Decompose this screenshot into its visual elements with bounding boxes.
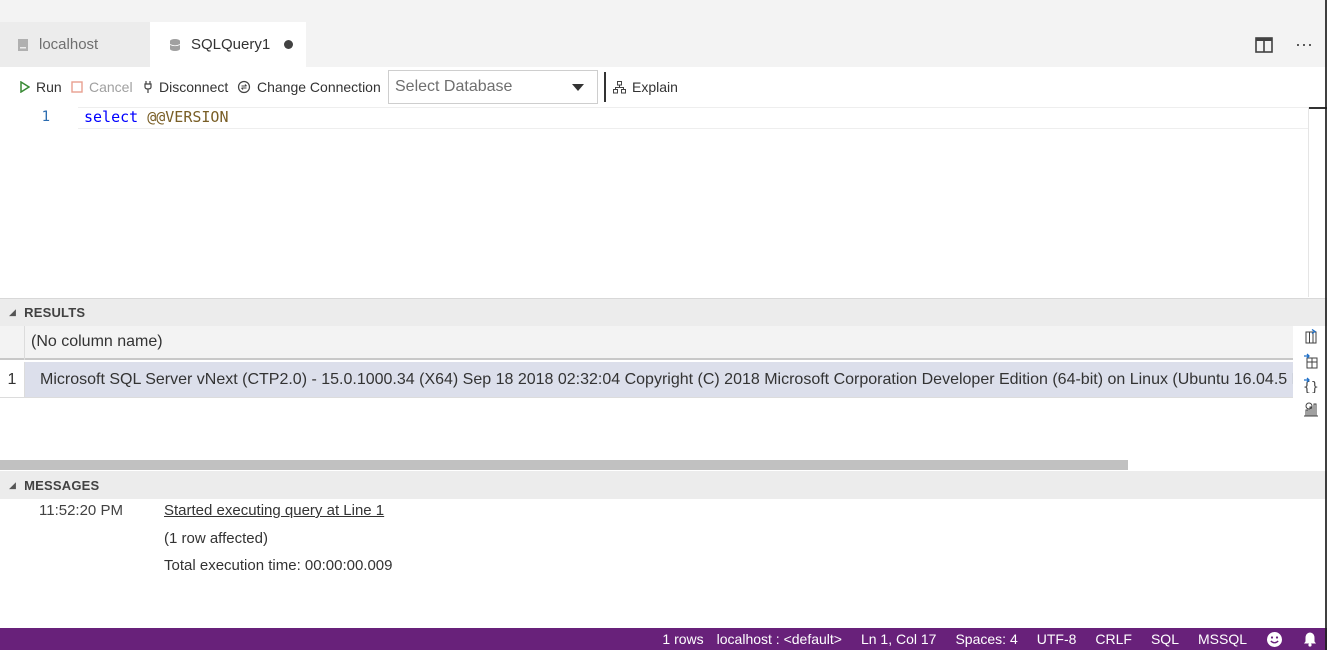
title-strip — [0, 0, 1327, 22]
tab-label: localhost — [39, 36, 99, 53]
tab-actions: ··· — [1253, 22, 1315, 67]
save-as-json-icon[interactable]: {} — [1301, 376, 1321, 394]
status-encoding[interactable]: UTF-8 — [1037, 631, 1077, 647]
change-connection-button[interactable]: Change Connection — [237, 67, 381, 107]
line-number: 1 — [41, 109, 50, 125]
change-connection-icon — [237, 80, 251, 94]
save-as-excel-icon[interactable] — [1301, 352, 1321, 370]
run-label: Run — [36, 79, 62, 95]
row-header-corner[interactable] — [0, 326, 25, 360]
cancel-button[interactable]: Cancel — [71, 67, 133, 107]
play-icon — [20, 81, 30, 93]
column-header[interactable]: (No column name) — [31, 333, 163, 351]
status-row-count[interactable]: 1 rows — [662, 631, 703, 647]
status-indentation[interactable]: Spaces: 4 — [955, 631, 1017, 647]
plug-icon — [143, 80, 153, 94]
sql-editor-app: localhost SQLQuery1 ··· Run Cancel Disco… — [0, 0, 1327, 650]
explain-icon — [613, 80, 626, 94]
chart-icon[interactable] — [1301, 400, 1321, 418]
tab-localhost[interactable]: localhost — [0, 22, 150, 67]
change-connection-label: Change Connection — [257, 79, 381, 95]
grid-header: (No column name) — [0, 326, 1293, 360]
status-language[interactable]: SQL — [1151, 631, 1179, 647]
explain-button[interactable]: Explain — [613, 67, 678, 107]
status-cursor-position[interactable]: Ln 1, Col 17 — [861, 631, 937, 647]
database-select-value: Select Database — [395, 78, 513, 95]
database-select[interactable]: Select Database — [388, 70, 598, 104]
cancel-label: Cancel — [89, 79, 133, 95]
results-title: RESULTS — [24, 305, 86, 320]
feedback-smiley-icon[interactable] — [1265, 630, 1283, 648]
stop-icon — [71, 81, 83, 93]
current-line-highlight — [78, 107, 1308, 129]
tab-bar: localhost SQLQuery1 ··· — [0, 22, 1327, 67]
database-icon — [168, 38, 182, 52]
collapse-triangle-icon: ◢ — [9, 307, 17, 317]
code-line[interactable]: select @@VERSION — [84, 108, 229, 126]
chevron-down-icon — [572, 84, 584, 91]
results-grid[interactable]: (No column name) 1 Microsoft SQL Server … — [0, 326, 1293, 398]
split-editor-icon[interactable] — [1253, 34, 1275, 56]
results-header[interactable]: ◢ RESULTS — [0, 298, 1327, 326]
messages-title: MESSAGES — [24, 477, 100, 493]
sql-variable: @@VERSION — [147, 108, 229, 126]
message-timestamp: 11:52:20 PM — [39, 502, 123, 519]
row-number[interactable]: 1 — [0, 362, 25, 397]
collapse-triangle-icon: ◢ — [9, 479, 17, 490]
rows-affected-message: (1 row affected) — [164, 530, 268, 547]
execution-time-message: Total execution time: 00:00:00.009 — [164, 557, 393, 574]
tab-sqlquery1[interactable]: SQLQuery1 — [150, 22, 306, 67]
status-bar: 1 rows localhost : <default> Ln 1, Col 1… — [0, 628, 1327, 650]
more-actions-icon[interactable]: ··· — [1293, 34, 1315, 56]
disconnect-button[interactable]: Disconnect — [143, 67, 228, 107]
query-toolbar: Run Cancel Disconnect Change Connection … — [0, 67, 1327, 107]
sql-keyword: select — [84, 108, 139, 126]
disconnect-label: Disconnect — [159, 79, 229, 95]
explain-label: Explain — [632, 79, 678, 95]
result-cell[interactable]: Microsoft SQL Server vNext (CTP2.0) - 15… — [25, 362, 1293, 397]
svg-text:{}: {} — [1303, 380, 1319, 393]
run-button[interactable]: Run — [20, 67, 62, 107]
table-row[interactable]: 1 Microsoft SQL Server vNext (CTP2.0) - … — [0, 362, 1293, 398]
status-eol[interactable]: CRLF — [1095, 631, 1132, 647]
notifications-bell-icon[interactable] — [1301, 630, 1319, 648]
save-as-csv-icon[interactable] — [1301, 328, 1321, 346]
query-editor[interactable]: 1 select @@VERSION — [0, 107, 1327, 297]
messages-header[interactable]: ◢ MESSAGES — [0, 471, 1327, 499]
results-actions: {} — [1298, 326, 1324, 426]
unsaved-dot-icon[interactable] — [284, 40, 294, 49]
started-query-link[interactable]: Started executing query at Line 1 — [164, 502, 384, 519]
tab-label: SQLQuery1 — [191, 36, 271, 53]
messages-panel: 11:52:20 PM Started executing query at L… — [0, 499, 1327, 627]
status-provider[interactable]: MSSQL — [1198, 631, 1247, 647]
server-icon — [16, 38, 30, 52]
status-connection[interactable]: localhost : <default> — [717, 631, 842, 647]
toolbar-divider — [604, 72, 606, 102]
results-horizontal-scrollbar[interactable] — [0, 460, 1128, 470]
